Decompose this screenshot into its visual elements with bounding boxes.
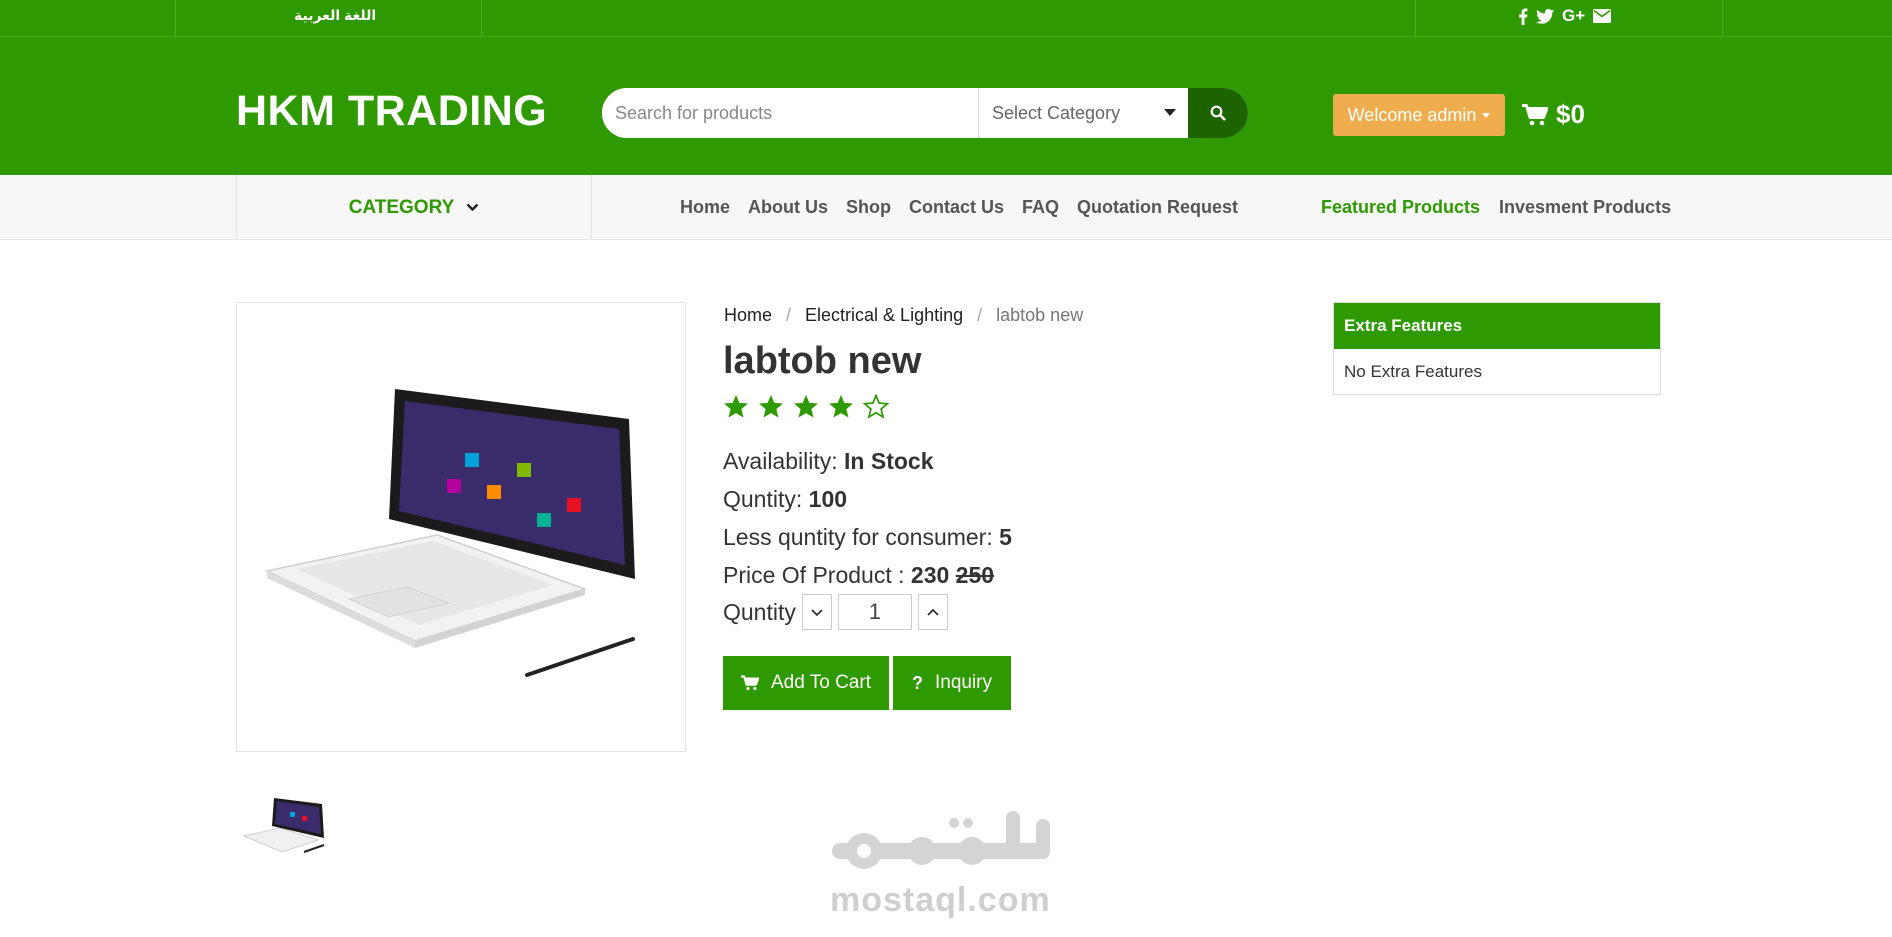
shopping-cart-icon <box>1522 103 1548 125</box>
product-title: labtob new <box>723 340 922 382</box>
availability-value: In Stock <box>844 448 934 474</box>
star-filled-icon <box>794 394 818 418</box>
twitter-icon[interactable] <box>1536 5 1554 27</box>
quantity-increase-button[interactable] <box>917 594 948 630</box>
breadcrumb-current: labtob new <box>996 305 1084 325</box>
product-rating <box>723 394 889 420</box>
main-nav-links: Home About Us Shop Contact Us FAQ Quotat… <box>680 197 1238 218</box>
top-bar: اللغة العربية G+ <box>0 0 1892 37</box>
search-button[interactable] <box>1188 88 1248 138</box>
chevron-down-icon <box>811 608 823 616</box>
cart-total: $0 <box>1556 99 1585 129</box>
extra-features-panel: Extra Features No Extra Features <box>1333 302 1661 395</box>
availability-row: Availability: In Stock <box>723 448 934 475</box>
social-links: G+ <box>1518 5 1612 27</box>
breadcrumb: Home / Electrical & Lighting / labtob ne… <box>724 305 1083 326</box>
breadcrumb-separator: / <box>977 305 983 325</box>
facebook-icon[interactable] <box>1518 5 1528 27</box>
less-quantity-row: Less quntity for consumer: 5 <box>723 524 1012 551</box>
main-header: HKM TRADING Select Category Welcome admi… <box>0 37 1892 175</box>
quantity-label: Quntity: <box>723 486 803 512</box>
category-select[interactable]: Select Category <box>978 88 1188 138</box>
quantity-selector-label: Quntity <box>723 598 796 625</box>
category-menu-toggle[interactable]: CATEGORY <box>236 175 592 240</box>
add-to-cart-label: Add To Cart <box>771 672 871 693</box>
category-select-label: Select Category <box>992 102 1121 123</box>
breadcrumb-separator: / <box>786 305 792 325</box>
watermark: mostaql.com <box>822 805 1062 925</box>
nav-link-about-us[interactable]: About Us <box>748 197 828 218</box>
search-bar: Select Category <box>602 88 1248 138</box>
availability-label: Availability: <box>723 448 838 474</box>
quantity-decrease-button[interactable] <box>801 594 832 630</box>
less-quantity-value: 5 <box>999 524 1012 550</box>
price-label: Price Of Product : <box>723 562 905 588</box>
breadcrumb-category[interactable]: Electrical & Lighting <box>805 305 963 326</box>
chevron-up-icon <box>927 608 939 616</box>
star-filled-icon <box>759 394 783 418</box>
navigation-bar: CATEGORY Home About Us Shop Contact Us F… <box>0 175 1892 240</box>
nav-link-quotation-request[interactable]: Quotation Request <box>1077 197 1238 218</box>
quantity-value: 100 <box>808 486 848 512</box>
extra-features-body: No Extra Features <box>1344 362 1482 381</box>
shopping-cart-icon <box>741 675 759 691</box>
inquiry-label: Inquiry <box>934 672 993 693</box>
product-image-frame[interactable] <box>236 302 686 752</box>
user-menu-button[interactable]: Welcome admin <box>1333 94 1505 136</box>
caret-down-icon <box>1164 109 1176 116</box>
less-quantity-label: Less quntity for consumer: <box>723 524 993 550</box>
quantity-row: Quntity: 100 <box>723 486 847 513</box>
watermark-url: mostaql.com <box>830 881 1051 919</box>
price-old: 250 <box>955 562 995 588</box>
inquiry-button[interactable]: ? Inquiry <box>893 656 1011 710</box>
chevron-down-icon <box>466 203 479 212</box>
caret-down-icon <box>1482 112 1491 118</box>
envelope-icon[interactable] <box>1593 5 1612 27</box>
welcome-label: Welcome admin <box>1347 104 1477 125</box>
category-menu-label: CATEGORY <box>348 196 455 218</box>
search-input[interactable] <box>602 88 978 138</box>
topbar-divider <box>481 0 482 36</box>
mostaql-logo-icon <box>832 811 1050 869</box>
google-plus-icon[interactable]: G+ <box>1562 5 1585 27</box>
nav-link-shop[interactable]: Shop <box>846 197 891 218</box>
cart-button[interactable]: $0 <box>1522 99 1585 130</box>
quantity-selector: Quntity <box>723 594 948 630</box>
price-row: Price Of Product : 230 250 <box>723 562 994 589</box>
price-current: 230 <box>910 562 950 588</box>
site-logo[interactable]: HKM TRADING <box>236 87 547 136</box>
add-to-cart-button[interactable]: Add To Cart <box>723 656 889 710</box>
topbar-divider <box>1415 0 1416 36</box>
language-switch-link[interactable]: اللغة العربية <box>294 7 376 24</box>
quantity-input[interactable] <box>837 594 912 630</box>
star-filled-icon <box>829 394 853 418</box>
search-icon <box>1210 105 1226 121</box>
nav-link-investment-products[interactable]: Invesment Products <box>1499 197 1671 218</box>
nav-link-featured-products[interactable]: Featured Products <box>1321 197 1480 218</box>
secondary-nav-links: Featured Products Invesment Products <box>1321 197 1671 218</box>
star-filled-icon <box>724 394 748 418</box>
extra-features-title: Extra Features <box>1334 303 1660 349</box>
star-empty-icon <box>863 394 889 419</box>
nav-link-contact-us[interactable]: Contact Us <box>909 197 1004 218</box>
topbar-divider <box>1722 0 1723 36</box>
breadcrumb-home[interactable]: Home <box>724 305 772 326</box>
nav-link-home[interactable]: Home <box>680 197 730 218</box>
question-mark-icon: ? <box>911 672 923 693</box>
topbar-divider <box>175 0 176 36</box>
product-image <box>264 389 635 677</box>
nav-link-faq[interactable]: FAQ <box>1022 197 1059 218</box>
product-thumbnail[interactable] <box>240 790 330 860</box>
